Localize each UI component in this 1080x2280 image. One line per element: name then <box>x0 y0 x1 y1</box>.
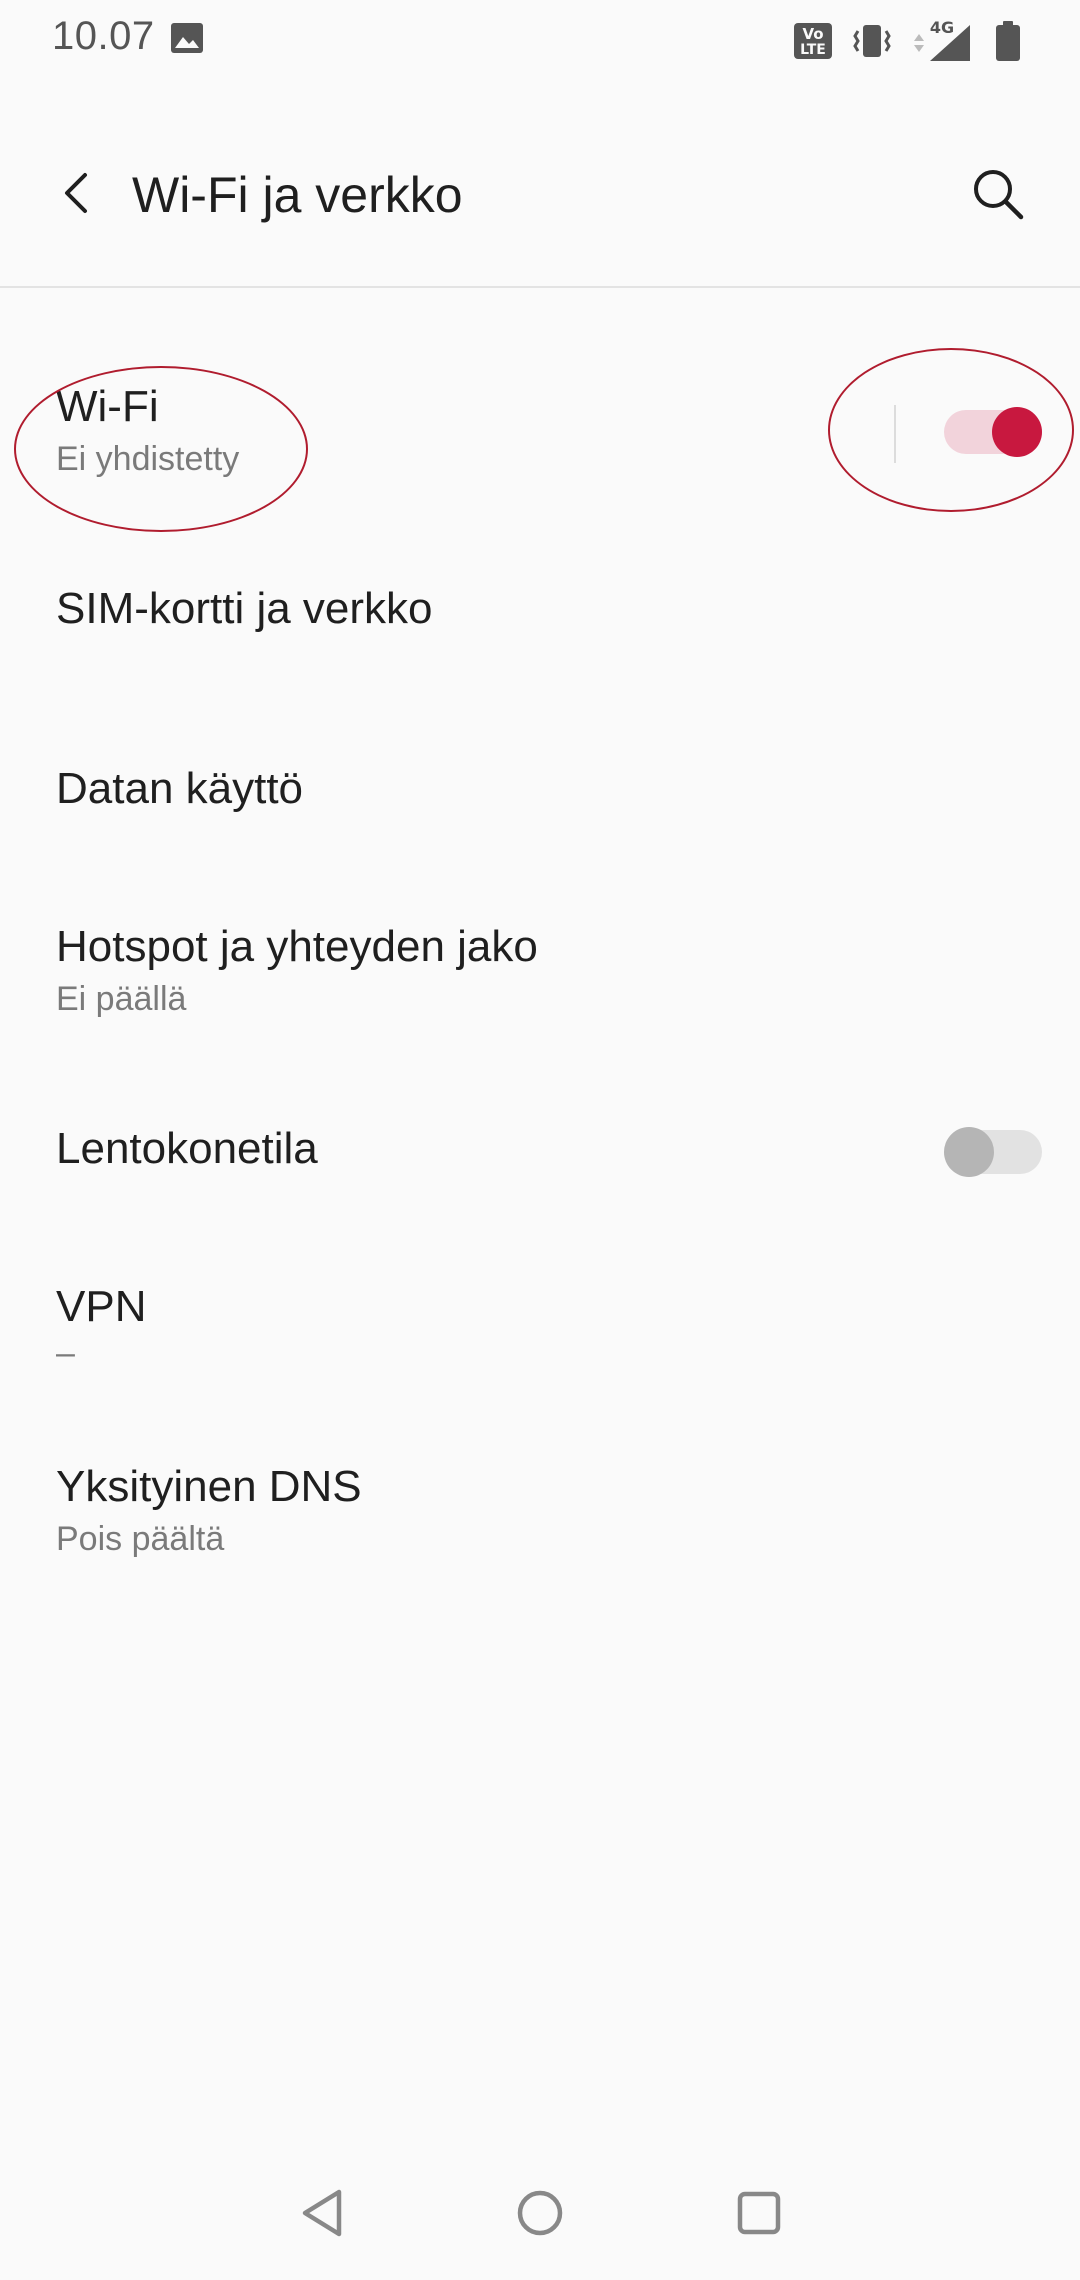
airplane-mode-title: Lentokonetila <box>56 1124 318 1173</box>
airplane-toggle-thumb <box>944 1127 994 1177</box>
volte-label-bottom: LTE <box>800 42 826 58</box>
search-icon <box>970 166 1026 227</box>
network-type-label: 4G <box>930 19 954 37</box>
volte-icon: Vo LTE <box>794 21 832 61</box>
private-dns-title: Yksityinen DNS <box>56 1462 362 1511</box>
private-dns-summary: Pois päältä <box>56 1520 225 1558</box>
back-arrow-icon <box>61 171 91 220</box>
page-title: Wi-Fi ja verkko <box>132 167 463 223</box>
wifi-toggle-separator <box>894 405 896 463</box>
hotspot-item[interactable]: Hotspot ja yhteyden jako Ei päällä <box>0 910 1080 1036</box>
nav-home-icon <box>514 2187 566 2244</box>
nav-back-button[interactable] <box>277 2170 367 2260</box>
search-button[interactable] <box>960 158 1036 234</box>
wifi-summary: Ei yhdistetty <box>56 440 240 478</box>
data-usage-item[interactable]: Datan käyttö <box>0 740 1080 840</box>
private-dns-item[interactable]: Yksityinen DNS Pois päältä <box>0 1450 1080 1576</box>
hotspot-summary: Ei päällä <box>56 980 187 1018</box>
hotspot-title: Hotspot ja yhteyden jako <box>56 922 538 971</box>
airplane-mode-toggle[interactable] <box>944 1127 1042 1177</box>
sim-item[interactable]: SIM-kortti ja verkko <box>0 560 1080 660</box>
data-usage-title: Datan käyttö <box>56 764 304 813</box>
wifi-title: Wi-Fi <box>56 382 159 431</box>
nav-recents-button[interactable] <box>714 2170 804 2260</box>
battery-icon <box>994 20 1022 62</box>
volte-label-top: Vo <box>802 25 823 43</box>
wifi-item[interactable]: Wi-Fi Ei yhdistetty <box>0 370 1080 496</box>
gallery-icon <box>170 22 204 54</box>
settings-screen: 10.07 Vo LTE 4G Wi-Fi ja verkko Wi-Fi Ei… <box>0 0 1080 2280</box>
back-button[interactable] <box>48 160 104 230</box>
nav-home-button[interactable] <box>495 2170 585 2260</box>
vpn-title: VPN <box>56 1282 147 1331</box>
status-icons: Vo LTE 4G <box>794 16 1022 66</box>
status-bar: 10.07 Vo LTE 4G <box>0 0 1080 80</box>
nav-recents-icon <box>735 2189 783 2242</box>
navigation-bar <box>0 2170 1080 2260</box>
wifi-toggle[interactable] <box>944 407 1042 457</box>
app-bar: Wi-Fi ja verkko <box>0 130 1080 260</box>
vpn-item[interactable]: VPN – <box>0 1270 1080 1396</box>
wifi-toggle-thumb <box>992 407 1042 457</box>
vpn-summary: – <box>56 1334 75 1372</box>
status-time: 10.07 <box>52 14 155 58</box>
vibrate-icon <box>852 21 892 61</box>
app-bar-divider <box>0 286 1080 288</box>
signal-4g-icon: 4G <box>912 19 974 63</box>
airplane-mode-item[interactable]: Lentokonetila <box>0 1110 1080 1190</box>
nav-back-icon <box>297 2187 347 2244</box>
sim-title: SIM-kortti ja verkko <box>56 584 433 633</box>
